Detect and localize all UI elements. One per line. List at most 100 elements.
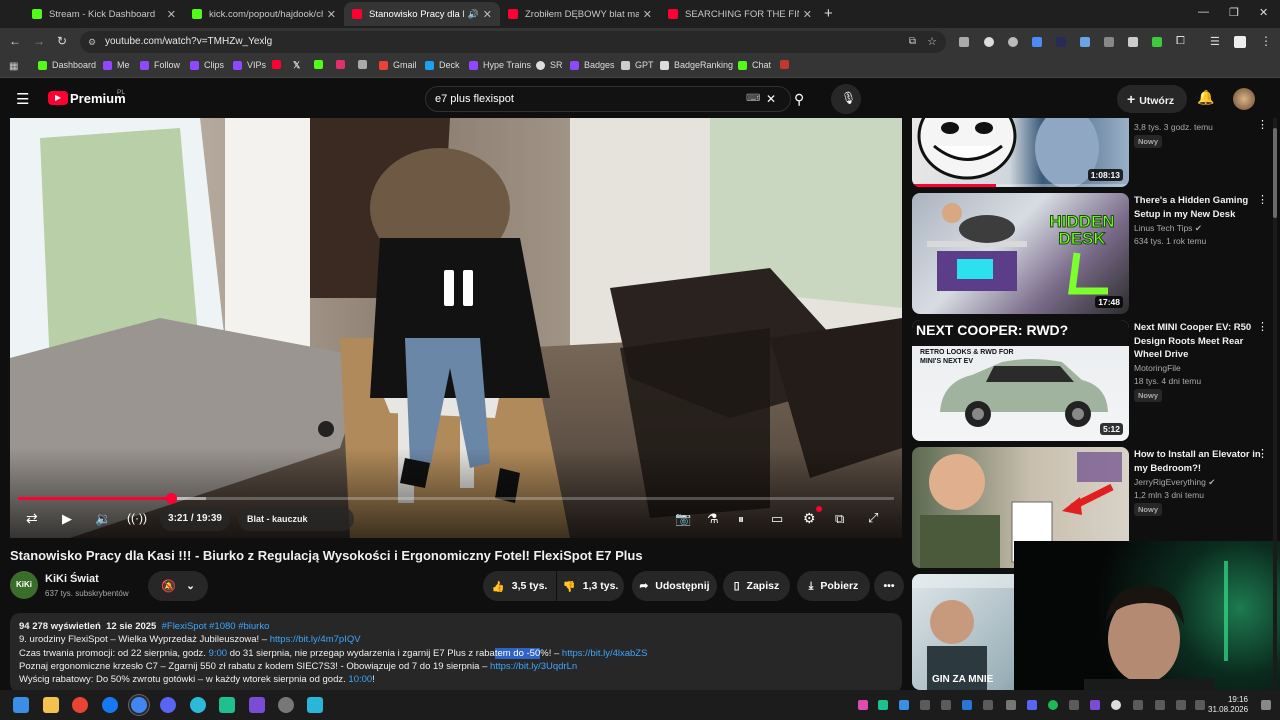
tray-icon[interactable] <box>983 700 993 710</box>
more-options-icon[interactable]: ⋮ <box>1257 320 1268 333</box>
video-player[interactable]: ⇄ ▶ 🔉 ((·)) 3:21 / 19:39 Blat - kauczuk … <box>10 118 902 538</box>
bookmark-clips[interactable]: Clips <box>190 60 224 70</box>
extension-icon[interactable] <box>1056 37 1066 47</box>
app-grid-icon[interactable] <box>249 697 265 713</box>
bookmark-vips[interactable]: VIPs <box>233 60 266 70</box>
like-button[interactable]: 👍 3,5 tys. <box>483 571 556 601</box>
file-explorer-icon[interactable] <box>43 697 59 713</box>
hashtags[interactable]: #FlexiSpot #1080 #biurko <box>162 621 270 632</box>
volume-icon[interactable]: 🔉 <box>95 511 111 527</box>
tray-icon[interactable] <box>920 700 930 710</box>
video-thumbnail[interactable]: 1:08:13 <box>912 118 1129 187</box>
windows-start-icon[interactable] <box>13 697 29 713</box>
reading-list-icon[interactable]: ☰ <box>1210 35 1220 48</box>
create-button[interactable]: + Utwórz <box>1117 85 1187 113</box>
channel-name[interactable]: Linus Tech Tips ✔ <box>1134 223 1202 234</box>
bookmark-sr[interactable]: SR <box>536 60 563 70</box>
extension-icon[interactable] <box>1032 37 1042 47</box>
share-button[interactable]: ➦ Udostępnij <box>632 571 717 601</box>
install-app-icon[interactable]: ⧉ <box>909 31 916 53</box>
bookmark-gmail[interactable]: Gmail <box>379 60 417 70</box>
bookmark-chat[interactable]: Chat <box>738 60 771 70</box>
bookmark-deck[interactable]: Deck <box>425 60 460 70</box>
miniplayer-icon[interactable]: ⧉ <box>835 511 844 527</box>
close-tab-icon[interactable]: ✕ <box>327 8 336 21</box>
bookmark-me[interactable]: Me <box>103 60 130 70</box>
tray-icon[interactable] <box>1133 700 1143 710</box>
extension-icon[interactable] <box>1104 37 1114 47</box>
more-options-icon[interactable]: ⋮ <box>1257 447 1268 460</box>
fullscreen-icon[interactable]: ⤢ <box>868 510 878 526</box>
timestamp-link[interactable]: 9:00 <box>209 648 228 659</box>
page-scrollbar[interactable] <box>1273 118 1277 690</box>
play-button[interactable]: ▶ <box>62 511 72 527</box>
clear-search-icon[interactable]: ✕ <box>766 87 776 111</box>
experiment-icon[interactable]: ⚗ <box>707 511 719 527</box>
bookmark-dashboard[interactable]: Dashboard <box>38 60 96 70</box>
recommendation-item[interactable]: 1:08:13 3,8 tys. 3 godz. temu Nowy ⋮ <box>912 118 1272 188</box>
close-window-button[interactable]: ✕ <box>1259 6 1268 19</box>
dislike-button[interactable]: 👎 1,3 tys. <box>557 571 624 601</box>
screenshot-camera-icon[interactable]: 📷 <box>675 511 691 527</box>
audio-playing-icon[interactable]: 🔊 <box>468 9 479 20</box>
notifications-bell-icon[interactable]: 🔔 <box>1197 89 1214 106</box>
maximize-button[interactable]: ❐ <box>1229 6 1239 19</box>
extension-icon[interactable] <box>1128 37 1138 47</box>
tray-icon[interactable] <box>1069 700 1079 710</box>
notifications-icon[interactable] <box>1261 700 1271 710</box>
tab-active-video[interactable]: Stanowisko Pracy dla Kasi !!! 🔊 ✕ <box>344 2 500 26</box>
extension-icon[interactable] <box>1152 37 1162 47</box>
close-tab-icon[interactable]: ✕ <box>643 8 652 21</box>
tray-icon[interactable] <box>1111 700 1121 710</box>
tray-icon[interactable] <box>899 700 909 710</box>
bookmark-gpt[interactable]: GPT <box>621 60 654 70</box>
app-icon[interactable] <box>219 697 235 713</box>
video-thumbnail[interactable]: NEXT COOPER: RWD? RETRO LOOKS & RWD FOR … <box>912 320 1129 441</box>
stable-volume-icon[interactable]: ((·)) <box>127 511 147 525</box>
extensions-puzzle-icon[interactable]: ⧠ <box>1176 35 1185 48</box>
description-link[interactable]: https://bit.ly/3UqdrLn <box>490 661 577 672</box>
bookmark-badgeranking[interactable]: BadgeRanking <box>660 60 733 70</box>
network-icon[interactable] <box>1176 700 1186 710</box>
bookmark-x[interactable]: 𝕏 <box>293 60 300 71</box>
tray-icon[interactable] <box>962 700 972 710</box>
bookmark-follow[interactable]: Follow <box>140 60 180 70</box>
tray-icon[interactable] <box>941 700 951 710</box>
subtitles-icon[interactable]: ▭ <box>771 511 783 527</box>
tray-icon[interactable] <box>1090 700 1100 710</box>
bookmark-extra[interactable] <box>780 60 794 69</box>
apps-grid-icon[interactable]: ▦ <box>9 61 18 72</box>
description-link[interactable]: https://bit.ly/4m7pIQV <box>270 634 361 645</box>
subscribed-notifications-button[interactable]: 🔕 ⌄ <box>148 571 208 601</box>
keyboard-icon[interactable]: ⌨ <box>746 87 760 111</box>
forward-icon[interactable]: → <box>33 34 45 48</box>
video-thumbnail[interactable]: HIDDEN DESK 17:48 <box>912 193 1129 314</box>
tray-icon[interactable] <box>878 700 888 710</box>
more-actions-button[interactable]: ••• <box>874 571 904 601</box>
account-avatar[interactable] <box>1233 88 1255 110</box>
tray-icon[interactable] <box>858 700 868 710</box>
address-bar[interactable]: ⚙ youtube.com/watch?v=TMHZw_Yexlg ⧉ ☆ <box>80 31 946 53</box>
chrome-active-icon[interactable] <box>131 697 147 713</box>
video-description[interactable]: 94 278 wyświetleń 12 sie 2025 #FlexiSpot… <box>10 613 902 693</box>
search-input[interactable]: e7 plus flexispot ⌨ ✕ <box>425 86 791 112</box>
obs-icon[interactable] <box>278 697 294 713</box>
save-button[interactable]: ▯ Zapisz <box>723 571 790 601</box>
browser-menu-icon[interactable]: ⋮ <box>1260 34 1272 48</box>
bookmark-kick[interactable] <box>314 60 328 69</box>
bookmark-hype-trains[interactable]: Hype Trains <box>469 60 531 70</box>
minimize-button[interactable]: — <box>1198 6 1209 18</box>
bookmark-instagram[interactable] <box>336 60 350 69</box>
search-icon[interactable]: ⚲ <box>794 91 804 108</box>
settings-gear-icon[interactable]: ⚙ <box>803 510 816 527</box>
tab-kick-chat[interactable]: kick.com/popout/hajdook/chat ✕ <box>184 2 344 26</box>
video-title[interactable]: There's a Hidden Gaming Setup in my New … <box>1134 194 1264 221</box>
menu-hamburger-icon[interactable]: ☰ <box>16 90 29 108</box>
autoplay-toggle[interactable]: ⏸ <box>738 512 744 527</box>
loop-icon[interactable]: ⇄ <box>26 510 38 527</box>
google-chrome-icon[interactable] <box>72 697 88 713</box>
chevron-left-icon[interactable] <box>1006 700 1016 710</box>
close-tab-icon[interactable]: ✕ <box>483 8 492 21</box>
clock[interactable]: 19:16 31.08.2026 <box>1208 695 1248 715</box>
progress-bar[interactable] <box>18 493 894 504</box>
